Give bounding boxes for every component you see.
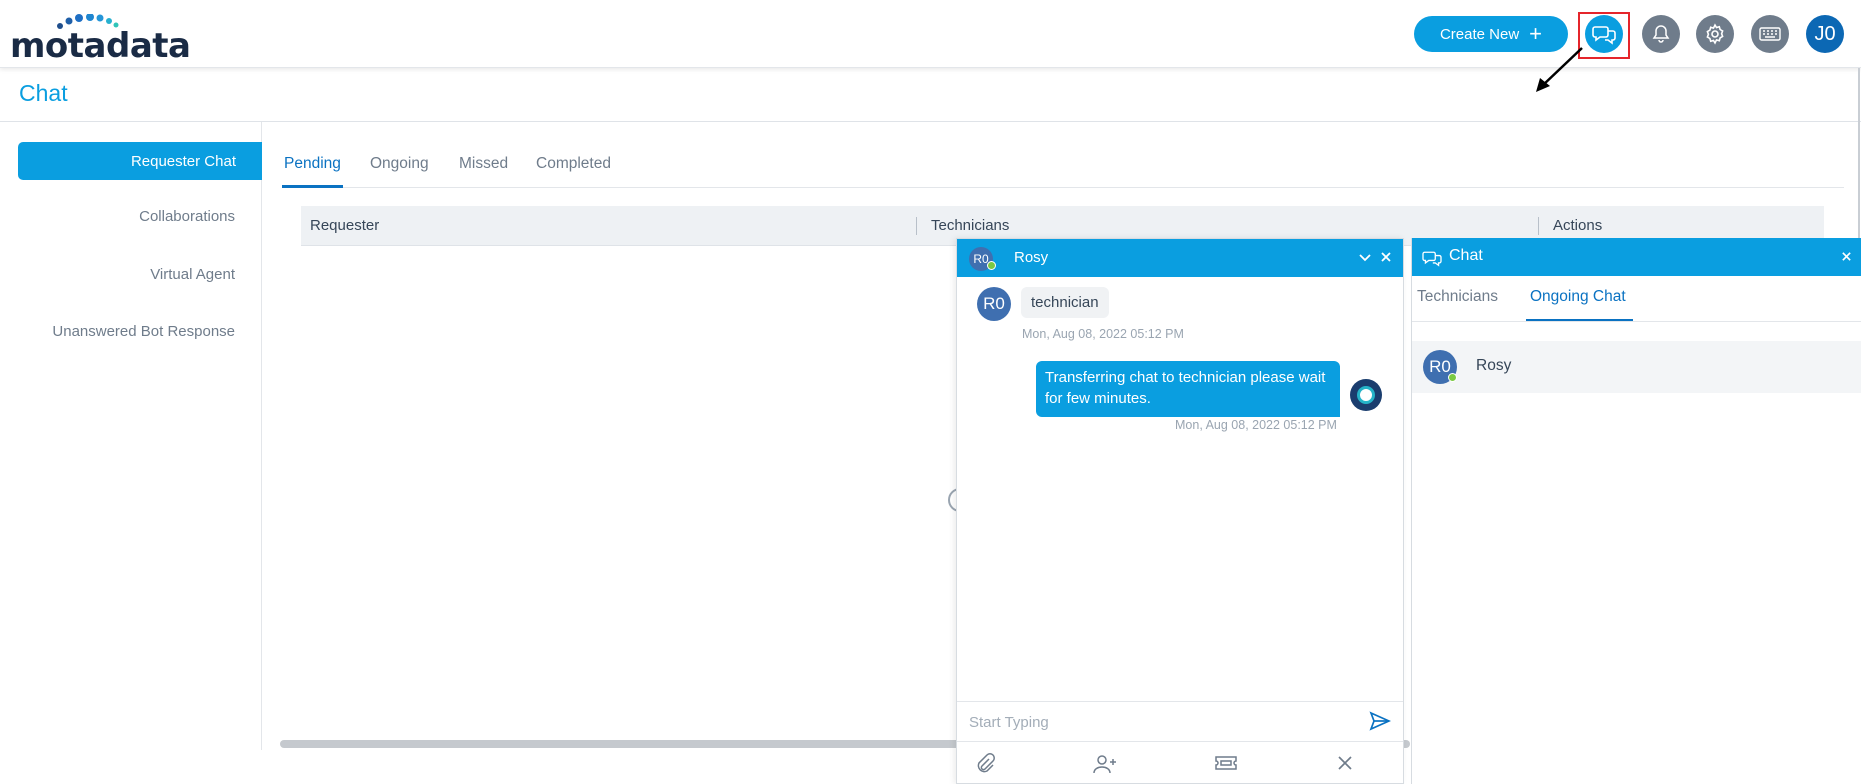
- message-text: Transferring chat to technician please w…: [1045, 369, 1326, 407]
- active-tab-indicator: [282, 185, 343, 188]
- user-initials: J0: [1814, 22, 1836, 45]
- motadata-logo[interactable]: motadata: [10, 14, 191, 66]
- outgoing-message: Transferring chat to technician please w…: [1036, 361, 1340, 417]
- attachment-icon[interactable]: [975, 753, 995, 775]
- sidebar-item-label: Virtual Agent: [150, 266, 235, 283]
- column-divider: [916, 217, 917, 235]
- page-title: Chat: [19, 80, 68, 106]
- tab-ongoing-chat[interactable]: Ongoing Chat: [1530, 288, 1626, 306]
- sidebar-item-label: Requester Chat: [130, 152, 236, 170]
- column-header-actions[interactable]: Actions: [1553, 217, 1602, 234]
- sidebar-item-virtual-agent[interactable]: Virtual Agent: [150, 266, 235, 283]
- logo-text: motadata: [10, 26, 191, 66]
- message-text: technician: [1031, 294, 1099, 311]
- notifications-button[interactable]: [1642, 15, 1680, 53]
- chat-window-header: R0 Rosy: [957, 239, 1403, 277]
- close-icon[interactable]: [1841, 251, 1852, 262]
- chat-panel: Chat Technicians Ongoing Chat R0 Rosy: [1411, 238, 1861, 784]
- bell-icon: [1652, 25, 1670, 43]
- keyboard-icon: [1759, 27, 1781, 41]
- create-new-label: Create New: [1439, 25, 1520, 43]
- sidebar-item-label: Collaborations: [139, 208, 235, 225]
- chat-panel-header: Chat: [1412, 238, 1861, 276]
- conversation-name: Rosy: [1476, 357, 1512, 374]
- plus-icon: +: [1529, 21, 1543, 46]
- online-status-icon: [987, 261, 996, 270]
- bot-avatar-icon: [1350, 379, 1382, 411]
- chat-tabs: Pending Ongoing Missed Completed: [282, 150, 1844, 188]
- ticket-icon[interactable]: [1214, 753, 1238, 773]
- sidebar: Requester Chat Collaborations Virtual Ag…: [0, 122, 262, 750]
- chat-panel-tabs: Technicians Ongoing Chat: [1412, 276, 1861, 322]
- title-divider: [0, 121, 1861, 122]
- settings-button[interactable]: [1696, 15, 1734, 53]
- close-icon[interactable]: [1380, 251, 1392, 263]
- chevron-down-icon[interactable]: [1358, 252, 1372, 264]
- avatar: R0: [977, 287, 1011, 321]
- active-tab-indicator: [1526, 319, 1633, 321]
- message-timestamp: Mon, Aug 08, 2022 05:12 PM: [1175, 418, 1337, 432]
- chat-panel-title: Chat: [1449, 247, 1483, 264]
- add-user-icon[interactable]: [1092, 753, 1118, 775]
- annotation-arrow-icon: [1536, 47, 1583, 92]
- sidebar-item-collaborations[interactable]: Collaborations: [139, 208, 235, 225]
- keyboard-shortcuts-button[interactable]: [1751, 15, 1789, 53]
- tab-ongoing[interactable]: Ongoing: [370, 155, 429, 173]
- sidebar-item-requester-chat[interactable]: Requester Chat: [18, 142, 262, 180]
- message-input[interactable]: [969, 710, 1359, 734]
- sidebar-item-unanswered-bot-response[interactable]: Unanswered Bot Response: [52, 323, 235, 340]
- tab-technicians[interactable]: Technicians: [1417, 288, 1498, 306]
- tab-completed[interactable]: Completed: [536, 155, 611, 173]
- chat-input-bar: [957, 701, 1403, 741]
- avatar-initials: R0: [1429, 357, 1451, 376]
- chat-icon: [1592, 26, 1616, 45]
- chat-toolbar: [957, 741, 1403, 784]
- gear-icon: [1706, 23, 1724, 45]
- incoming-message: technician: [1021, 287, 1109, 318]
- chat-window: R0 Rosy R0 technician Mon, Aug 08, 2022 …: [956, 238, 1404, 784]
- column-divider: [1538, 217, 1539, 235]
- column-header-technicians[interactable]: Technicians: [931, 217, 1009, 234]
- column-header-requester[interactable]: Requester: [310, 217, 379, 234]
- send-icon[interactable]: [1369, 711, 1391, 731]
- tab-missed[interactable]: Missed: [459, 155, 508, 173]
- chat-contact-name: Rosy: [1014, 249, 1049, 266]
- user-avatar-button[interactable]: J0: [1806, 15, 1844, 53]
- tab-pending[interactable]: Pending: [284, 155, 341, 173]
- sidebar-item-label: Unanswered Bot Response: [52, 323, 235, 340]
- avatar-initials: R0: [983, 294, 1005, 313]
- chat-icon: [1422, 251, 1442, 267]
- online-status-icon: [1448, 373, 1457, 382]
- message-timestamp: Mon, Aug 08, 2022 05:12 PM: [1022, 327, 1184, 341]
- list-item[interactable]: R0 Rosy: [1412, 341, 1861, 393]
- close-icon[interactable]: [1337, 755, 1353, 771]
- chat-button[interactable]: [1585, 15, 1623, 53]
